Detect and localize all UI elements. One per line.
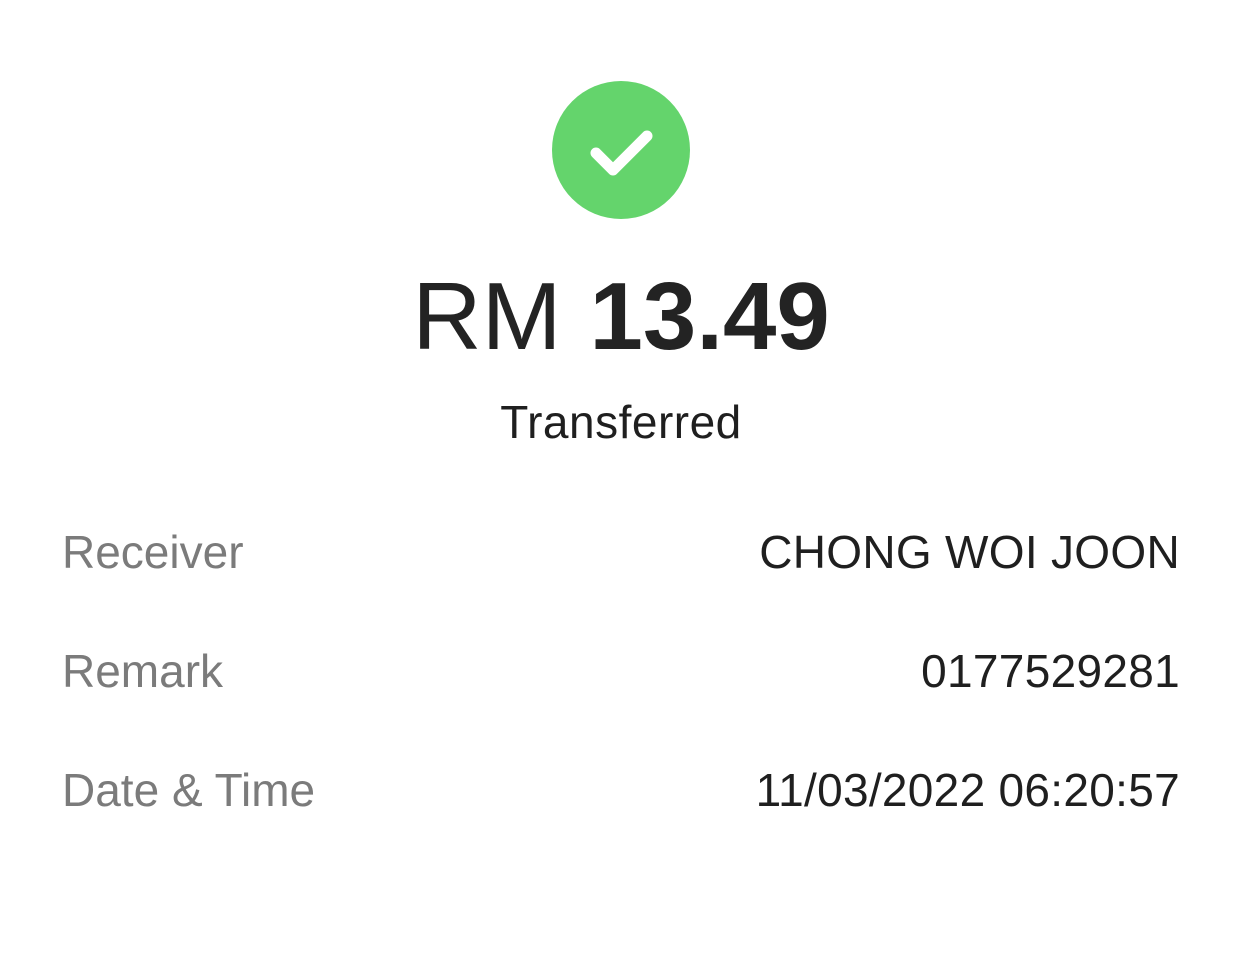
detail-row-datetime: Date & Time 11/03/2022 06:20:57 bbox=[62, 760, 1180, 820]
transfer-status-text: Transferred bbox=[500, 396, 742, 448]
detail-row-receiver: Receiver CHONG WOI JOON bbox=[62, 522, 1180, 582]
datetime-label: Date & Time bbox=[62, 764, 316, 816]
detail-row-remark: Remark 0177529281 bbox=[62, 641, 1180, 701]
checkmark-icon bbox=[590, 130, 653, 176]
success-check-icon bbox=[552, 81, 690, 219]
amount-value: 13.49 bbox=[589, 263, 830, 370]
remark-label: Remark bbox=[62, 645, 224, 697]
datetime-value: 11/03/2022 06:20:57 bbox=[755, 764, 1180, 816]
transfer-amount: RM 13.49 bbox=[0, 262, 1242, 372]
amount-currency: RM bbox=[412, 263, 562, 370]
receiver-label: Receiver bbox=[62, 526, 244, 578]
remark-value: 0177529281 bbox=[921, 645, 1180, 697]
receiver-value: CHONG WOI JOON bbox=[759, 526, 1180, 578]
